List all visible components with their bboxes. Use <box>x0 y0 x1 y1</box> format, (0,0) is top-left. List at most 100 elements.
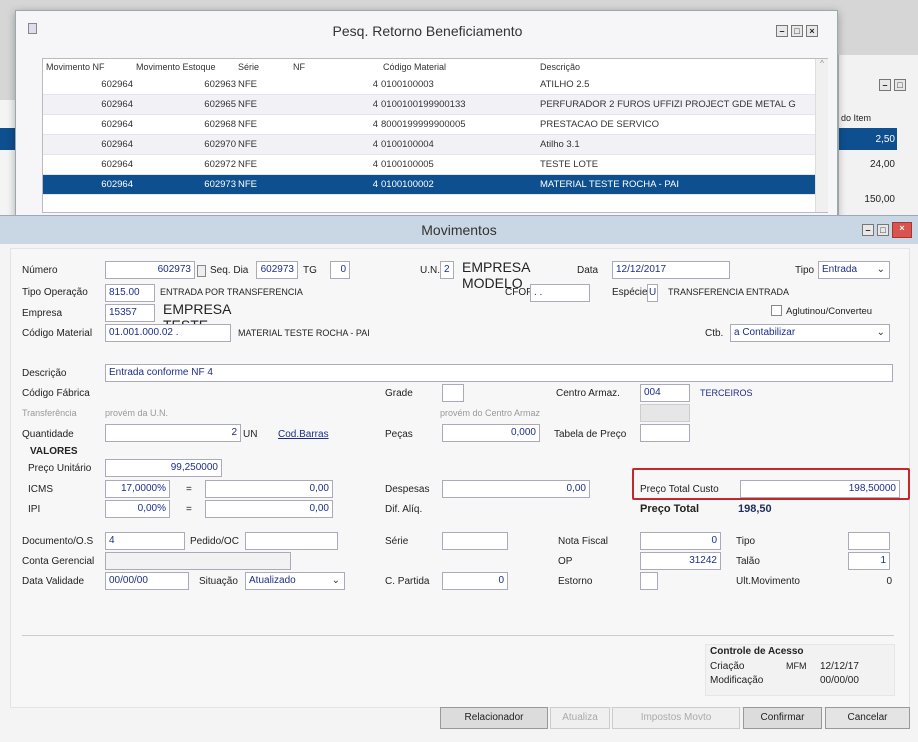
c-partida-field[interactable]: 0 <box>442 572 508 590</box>
descricao-label: Descrição <box>22 368 67 379</box>
maximize-icon[interactable]: □ <box>791 25 803 37</box>
tipo-operacao-label: Tipo Operação <box>22 287 88 298</box>
estorno-checkbox[interactable] <box>640 572 658 590</box>
cell-mov-nf: 602964 <box>101 159 133 170</box>
cell-mov-nf: 602964 <box>101 139 133 150</box>
ctb-value: a Contabilizar <box>734 327 796 338</box>
close-icon[interactable]: × <box>806 25 818 37</box>
tipo-value: Entrada <box>822 264 858 275</box>
data-field[interactable]: 12/12/2017 <box>612 261 730 279</box>
codigo-material-label: Código Material <box>22 328 93 339</box>
pedido-field[interactable] <box>245 532 338 550</box>
scrollbar[interactable]: ^ <box>815 59 828 212</box>
cell-nf: 4 <box>372 79 378 90</box>
valores-heading: VALORES <box>30 446 78 457</box>
quantidade-label: Quantidade <box>22 429 74 440</box>
confirmar-button[interactable]: Confirmar <box>743 707 822 729</box>
grade-field[interactable] <box>442 384 464 402</box>
ctb-label: Ctb. <box>705 328 724 339</box>
cell-descricao: PERFURADOR 2 FUROS UFFIZI PROJECT GDE ME… <box>540 99 796 110</box>
empresa-label: Empresa <box>22 308 63 319</box>
ctb-select[interactable]: a Contabilizar ⌄ <box>730 324 890 342</box>
empresa-field[interactable]: 15357 <box>105 304 155 322</box>
serie-field[interactable] <box>442 532 508 550</box>
col-header[interactable]: Movimento NF <box>46 59 105 75</box>
table-row[interactable]: 602964 602965 NFE 4 0100100199900133 PERFURAD… <box>43 95 815 115</box>
maximize-icon[interactable]: □ <box>877 224 889 236</box>
close-icon[interactable]: × <box>892 222 912 238</box>
conta-gerencial-label: Conta Gerencial <box>22 556 95 567</box>
seq-dia-field[interactable]: 602973 <box>256 261 298 279</box>
tg-field[interactable]: 0 <box>330 261 350 279</box>
cfop-label: CFOP <box>505 287 533 298</box>
cell-serie: NFE <box>238 99 257 110</box>
cancelar-button[interactable]: Cancelar <box>825 707 910 729</box>
table-row[interactable]: 602964 602970 NFE 4 0100100004 Atilho 3.1 <box>43 135 815 155</box>
pecas-label: Peças <box>385 429 413 440</box>
icms-value-field[interactable]: 0,00 <box>205 480 333 498</box>
table-row[interactable]: 602964 602963 NFE 4 0100100003 ATILHO 2.5 <box>43 75 815 95</box>
col-header[interactable]: Código Material <box>383 59 446 75</box>
descricao-field[interactable]: Entrada conforme NF 4 <box>105 364 893 382</box>
preco-unitario-field[interactable]: 99,250000 <box>105 459 222 477</box>
minimize-icon[interactable]: – <box>879 79 891 91</box>
op-field[interactable]: 31242 <box>640 552 721 570</box>
estorno-label: Estorno <box>558 576 593 587</box>
maximize-icon[interactable]: □ <box>894 79 906 91</box>
minimize-icon[interactable]: – <box>862 224 874 236</box>
talao-field[interactable]: 1 <box>848 552 890 570</box>
documento-field[interactable]: 4 <box>105 532 185 550</box>
relacionador-button[interactable]: Relacionador <box>440 707 548 729</box>
cfop-field[interactable]: . . <box>530 284 590 302</box>
pecas-field[interactable]: 0,000 <box>442 424 540 442</box>
nota-fiscal-field[interactable]: 0 <box>640 532 721 550</box>
col-header[interactable]: Descrição <box>540 59 580 75</box>
cell-codigo: 0100100199900133 <box>381 99 466 110</box>
centro-armaz-field[interactable]: 004 <box>640 384 690 402</box>
cell-mov-estoque: 602972 <box>204 159 236 170</box>
numero-label: Número <box>22 265 58 276</box>
conta-gerencial-field[interactable] <box>105 552 291 570</box>
cell-serie: NFE <box>238 159 257 170</box>
nota-fiscal-label: Nota Fiscal <box>558 536 609 547</box>
unidade: UN <box>243 429 258 440</box>
table-row[interactable]: 602964 602972 NFE 4 0100100005 TESTE LOTE <box>43 155 815 175</box>
situacao-select[interactable]: Atualizado ⌄ <box>245 572 345 590</box>
numero-field[interactable]: 602973 <box>105 261 195 279</box>
quantidade-field[interactable]: 2 <box>105 424 241 442</box>
tipo-operacao-field[interactable]: 815.00 <box>105 284 155 302</box>
col-header[interactable]: Série <box>238 59 259 75</box>
preco-total-custo-field[interactable]: 198,50000 <box>740 480 900 498</box>
tipo-select[interactable]: Entrada ⌄ <box>818 261 890 279</box>
transferencia-label: Transferência <box>22 408 77 418</box>
chevron-down-icon: ⌄ <box>876 327 885 338</box>
atualiza-button[interactable]: Atualiza <box>550 707 610 729</box>
cod-barras-link[interactable]: Cod.Barras <box>278 429 329 440</box>
minimize-icon[interactable]: – <box>776 25 788 37</box>
col-header[interactable]: Movimento Estoque <box>136 59 216 75</box>
un-field[interactable]: 2 <box>440 261 454 279</box>
lookup-button[interactable] <box>197 265 206 277</box>
tipo2-field[interactable] <box>848 532 890 550</box>
icms-pct-field[interactable]: 17,0000% <box>105 480 170 498</box>
cell: 2,50 <box>875 134 895 145</box>
table-row[interactable]: 602964 602973 NFE 4 0100100002 MATERIAL TESTE… <box>43 175 815 195</box>
cell-mov-nf: 602964 <box>101 119 133 130</box>
divider <box>22 635 894 636</box>
codigo-material-field[interactable]: 01.001.000.02 . <box>105 324 231 342</box>
col-header[interactable]: NF <box>293 59 305 75</box>
cell: 150,00 <box>864 194 895 205</box>
impostos-movto-button[interactable]: Impostos Movto <box>612 707 740 729</box>
tabela-preco-field[interactable] <box>640 424 690 442</box>
table-row[interactable]: 602964 602968 NFE 4 8000199999900005 PRESTACA… <box>43 115 815 135</box>
data-validade-field[interactable]: 00/00/00 <box>105 572 189 590</box>
especie-field[interactable]: U <box>647 284 658 302</box>
despesas-field[interactable]: 0,00 <box>442 480 590 498</box>
aglutinou-checkbox[interactable] <box>771 305 782 316</box>
ipi-value-field[interactable]: 0,00 <box>205 500 333 518</box>
material-desc: MATERIAL TESTE ROCHA - PAI <box>238 328 370 338</box>
ipi-pct-field[interactable]: 0,00% <box>105 500 170 518</box>
cell-codigo: 0100100003 <box>381 79 434 90</box>
tipo2-label: Tipo <box>736 536 756 547</box>
column-header: do Item <box>841 113 872 123</box>
